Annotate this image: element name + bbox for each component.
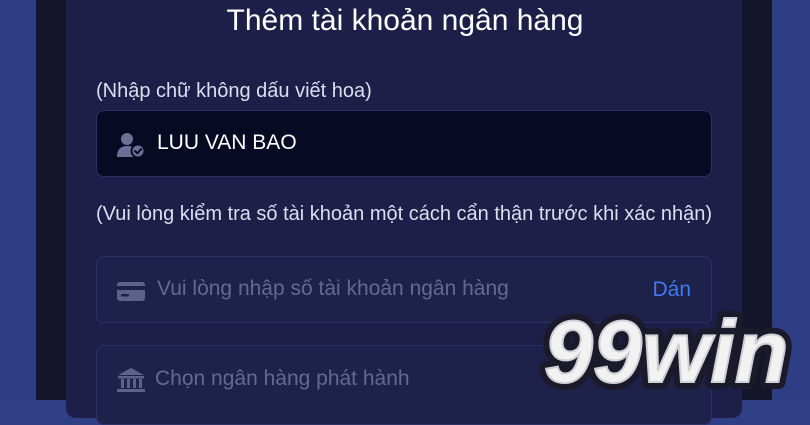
account-holder-name-field[interactable]: LUU VAN BAO bbox=[96, 110, 712, 177]
account-holder-name-value: LUU VAN BAO bbox=[157, 131, 297, 154]
issuing-bank-placeholder: Chọn ngân hàng phát hành bbox=[155, 367, 410, 390]
page-left-edge bbox=[0, 0, 36, 400]
svg-text:99win: 99win bbox=[544, 302, 789, 400]
account-number-hint: (Vui lòng kiểm tra số tài khoản một cách… bbox=[96, 203, 713, 225]
dialog-title: Thêm tài khoản ngân hàng bbox=[226, 4, 584, 37]
99win-logo: 99win 99win bbox=[537, 302, 796, 400]
account-number-placeholder: Vui lòng nhập số tài khoản ngân hàng bbox=[157, 277, 509, 300]
bank-icon bbox=[116, 366, 146, 394]
user-check-icon bbox=[116, 131, 146, 159]
name-field-hint: (Nhập chữ không dấu viết hoa) bbox=[96, 80, 372, 102]
paste-button[interactable]: Dán bbox=[652, 278, 691, 302]
credit-card-icon bbox=[116, 277, 146, 305]
